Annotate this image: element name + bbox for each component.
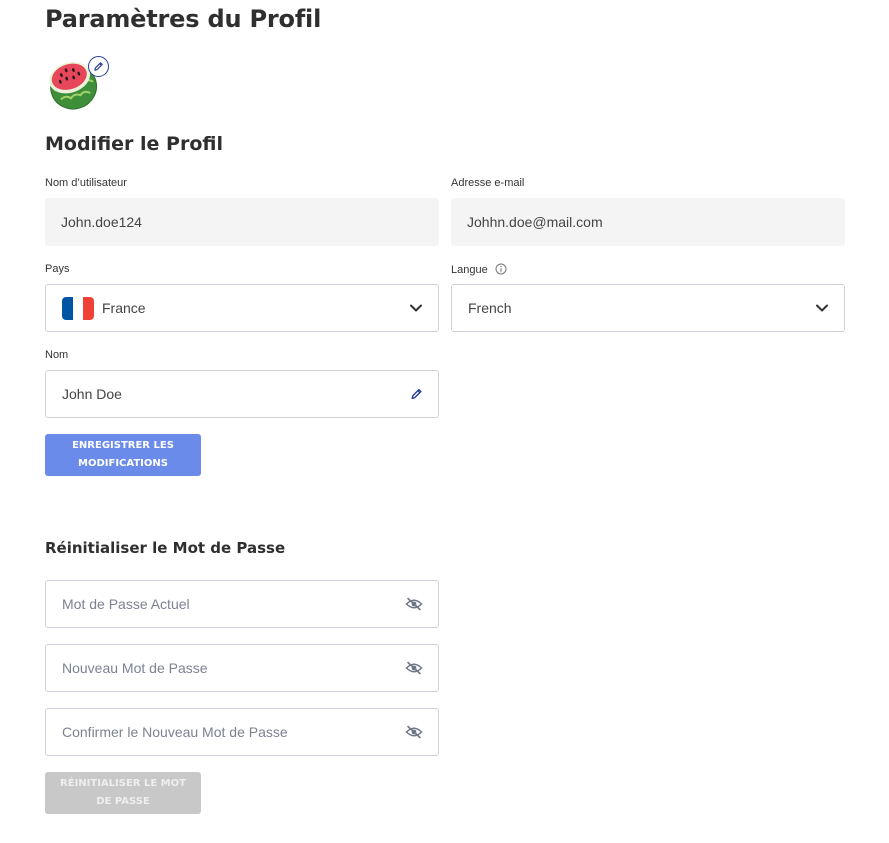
chevron-down-icon	[815, 303, 829, 313]
save-changes-button[interactable]: Enregistrer les modifications	[45, 434, 201, 476]
email-field: Johhn.doe@mail.com	[451, 198, 845, 246]
name-input[interactable]: John Doe	[45, 370, 439, 418]
language-label: Langue	[451, 263, 507, 276]
language-value: French	[468, 300, 512, 316]
current-password-placeholder: Mot de Passe Actuel	[62, 596, 190, 612]
reset-password-title: Réinitialiser le Mot de Passe	[45, 539, 286, 557]
confirm-password-placeholder: Confirmer le Nouveau Mot de Passe	[62, 724, 288, 740]
avatar[interactable]	[47, 55, 113, 113]
language-select[interactable]: French	[451, 284, 845, 332]
pencil-icon[interactable]	[410, 388, 423, 401]
reset-password-button[interactable]: Réinitialiser le mot de passe	[45, 772, 201, 814]
username-field: John.doe124	[45, 198, 439, 246]
page-title: Paramètres du Profil	[45, 5, 322, 33]
country-value: France	[102, 300, 146, 316]
new-password-input[interactable]: Nouveau Mot de Passe	[45, 644, 439, 692]
name-value: John Doe	[62, 386, 122, 402]
email-label: Adresse e-mail	[451, 177, 525, 189]
current-password-input[interactable]: Mot de Passe Actuel	[45, 580, 439, 628]
avatar-edit-button[interactable]	[88, 56, 109, 77]
name-label: Nom	[45, 349, 69, 361]
pencil-icon	[94, 62, 103, 71]
country-label: Pays	[45, 263, 70, 275]
confirm-password-input[interactable]: Confirmer le Nouveau Mot de Passe	[45, 708, 439, 756]
username-value: John.doe124	[61, 214, 142, 230]
info-icon[interactable]	[495, 263, 507, 275]
language-label-text: Langue	[451, 264, 488, 276]
chevron-down-icon	[409, 303, 423, 313]
country-select[interactable]: France	[45, 284, 439, 332]
email-value: Johhn.doe@mail.com	[467, 214, 603, 230]
france-flag-icon	[62, 296, 94, 320]
new-password-placeholder: Nouveau Mot de Passe	[62, 660, 208, 676]
edit-profile-title: Modifier le Profil	[45, 133, 223, 155]
username-label: Nom d’utilisateur	[45, 177, 127, 189]
eye-off-icon[interactable]	[405, 597, 423, 611]
eye-off-icon[interactable]	[405, 725, 423, 739]
eye-off-icon[interactable]	[405, 661, 423, 675]
